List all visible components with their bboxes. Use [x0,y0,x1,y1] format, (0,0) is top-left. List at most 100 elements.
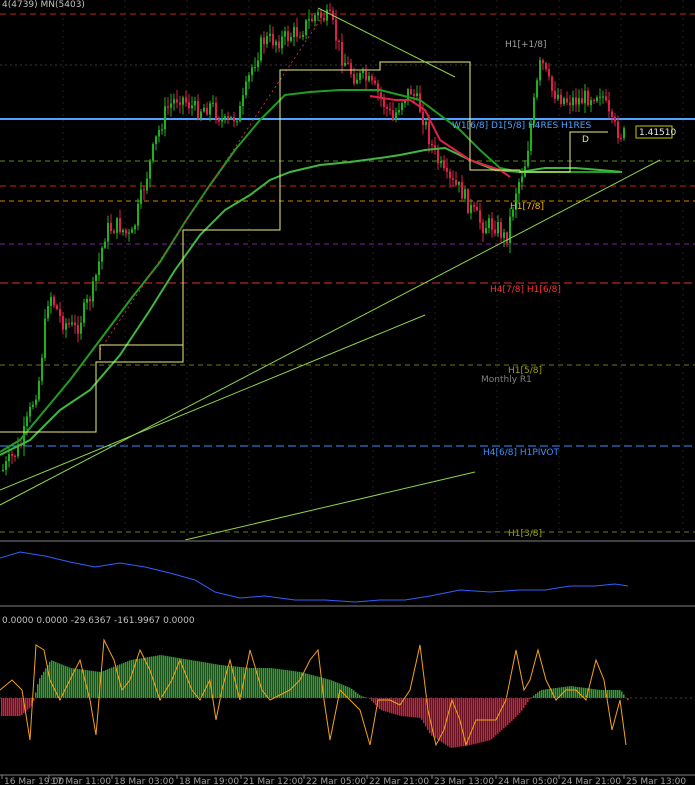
histogram-bar [417,698,419,718]
candle-body [566,98,568,103]
candle-body [86,298,88,303]
candle-body [47,305,49,319]
candle-body [359,73,361,80]
histogram-bar [249,667,251,698]
candle-body [290,36,292,41]
murrey-level-label: Monthly R1 [481,375,532,385]
candle-body [551,76,553,91]
histogram-bar [153,656,155,698]
candle-body [194,101,196,106]
candle-body [488,218,490,228]
candle-body [449,171,451,179]
candle-body [50,296,52,306]
candle-body [608,100,610,112]
candle-body [365,70,367,81]
candle-body [389,108,391,111]
histogram-bar [277,668,279,698]
candle-body [134,225,136,230]
histogram-bar [329,679,331,698]
candle-body [197,101,199,119]
candle-body [101,247,103,262]
candle-body [164,106,166,130]
histogram-bar [509,698,511,723]
candle-body [563,98,565,105]
candle-body [356,79,358,84]
histogram-bar [541,689,543,698]
time-tick-label: 17 Mar 11:00 [51,777,111,785]
histogram-bar [185,659,187,698]
histogram-bar [567,686,569,698]
candle-body [467,189,469,213]
histogram-bar [109,668,111,698]
candle-body [146,178,148,191]
histogram-bar [425,698,427,727]
candle-body [299,36,301,38]
histogram-bar [583,687,585,698]
candle-body [623,128,625,139]
histogram-bar [15,698,17,716]
candle-body [149,160,151,179]
candle-body [173,99,175,104]
time-tick-label: 25 Mar 13:00 [626,777,686,785]
histogram-bar [205,662,207,698]
candle-body [617,121,619,139]
histogram-bar [95,671,97,698]
histogram-bar [133,659,135,698]
histogram-bar [39,678,41,698]
candle-body [476,206,478,211]
histogram-bar [343,685,345,698]
time-tick-label: 22 Mar 05:00 [306,777,366,785]
candle-body [95,275,97,282]
candle-body [11,454,13,456]
candle-body [83,302,85,323]
histogram-bar [561,687,563,698]
histogram-bar [105,670,107,698]
histogram-bar [215,664,217,698]
histogram-bar [189,659,191,698]
histogram-bar [611,690,613,698]
candle-body [605,96,607,101]
candle-body [104,241,106,248]
candle-body [65,323,67,330]
histogram-bar [447,698,449,747]
candle-body [542,60,544,64]
candle-body [590,100,592,106]
trendline-1 [0,159,661,506]
histogram-bar [197,661,199,698]
candle-body [419,93,421,112]
histogram-bar [13,698,15,716]
candle-body [350,63,352,75]
histogram-bar [161,655,163,698]
histogram-bar [493,698,495,738]
histogram-bar [357,693,359,698]
histogram-bar [347,686,349,698]
candle-body [374,80,376,84]
histogram-bar [465,698,467,746]
candle-body [89,298,91,302]
candle-body [548,69,550,77]
chart-canvas[interactable]: H1[+1/8] W1[6/8] D1[5/8] H4RES H1RES D H1[7… [0,0,695,785]
candle-body [398,110,400,113]
histogram-bar [137,658,139,698]
histogram-bar [519,698,521,713]
murrey-level-label: H4[6/8] H1PIVOT [483,448,560,458]
candle-body [470,205,472,213]
candle-body [206,107,208,115]
histogram-bar [131,659,133,698]
histogram-bar [117,665,119,698]
candle-body [257,60,259,67]
histogram-bar [315,676,317,698]
histogram-bar [627,698,629,701]
candle-body [110,223,112,231]
histogram-bar [175,657,177,698]
candle-body [497,222,499,234]
histogram-bar [451,698,453,748]
candle-body [131,229,133,233]
histogram-bar [61,664,63,698]
candle-body [203,107,205,112]
histogram-bar [217,664,219,698]
candle-body [458,182,460,185]
candle-body [416,93,418,96]
histogram-bar [547,689,549,698]
murrey-level-label: D [582,135,589,145]
